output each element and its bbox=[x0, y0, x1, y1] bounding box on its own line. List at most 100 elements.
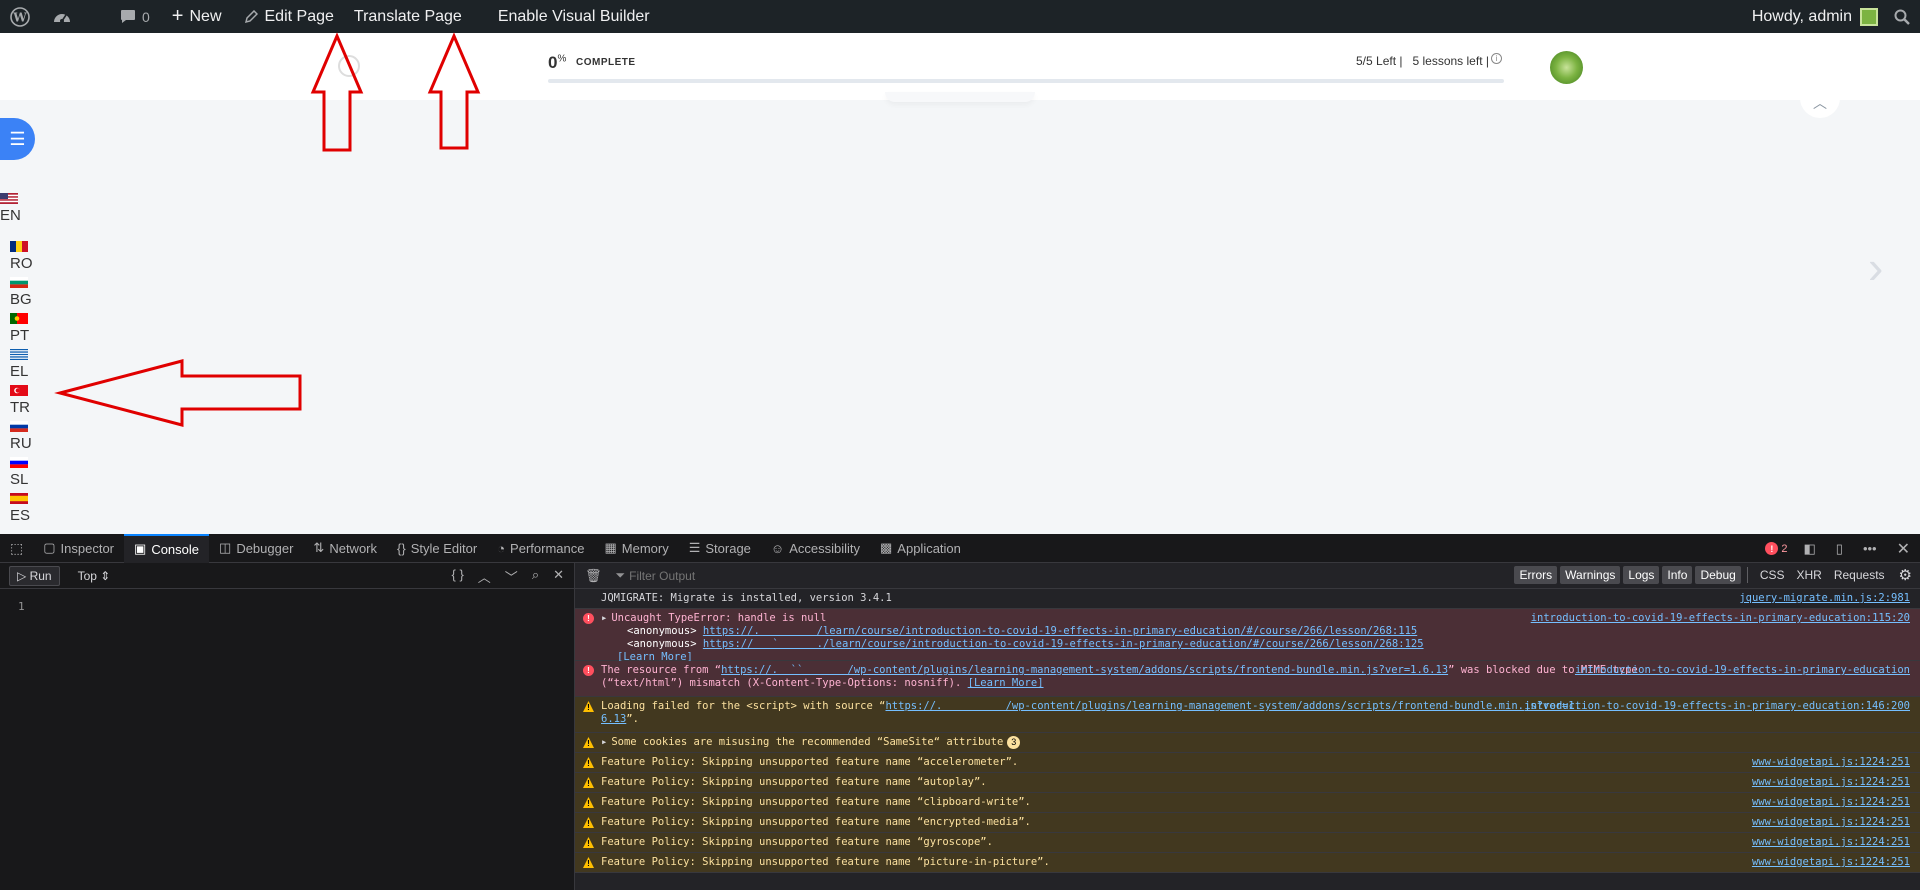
close-editor-icon[interactable]: ✕ bbox=[553, 567, 564, 586]
devtools-toolbar: ⬚ ▢ Inspector ▣ Console ◫ Debugger ⇅ Network… bbox=[0, 533, 1920, 563]
stack-frame-link[interactable]: https:// ` ./learn/course/introduction-t… bbox=[703, 638, 1424, 650]
expand-triangle-icon[interactable]: ▸ bbox=[601, 736, 607, 748]
tab-storage[interactable]: ☰ Storage bbox=[679, 534, 761, 563]
user-avatar bbox=[1860, 7, 1878, 26]
error-icon: ! bbox=[1765, 542, 1779, 555]
language-item-es[interactable]: ES bbox=[10, 493, 40, 524]
tab-memory[interactable]: ▦ Memory bbox=[594, 534, 678, 563]
progress-bar bbox=[548, 79, 1504, 83]
language-item-ru[interactable]: RU bbox=[10, 421, 40, 452]
language-item-pt[interactable]: PT bbox=[10, 313, 40, 344]
filter-output-input[interactable] bbox=[629, 568, 1230, 583]
split-console-icon[interactable]: ◧ bbox=[1793, 534, 1825, 563]
tab-application[interactable]: ▩ Application bbox=[870, 534, 971, 563]
memory-icon: ▦ bbox=[604, 540, 617, 555]
next-lesson-chevron-icon[interactable]: › bbox=[1868, 240, 1883, 294]
wordpress-logo-icon[interactable]: W bbox=[0, 0, 44, 33]
filter-divider bbox=[1746, 567, 1748, 583]
collapse-header-button[interactable]: ︿ bbox=[1800, 96, 1840, 118]
warning-icon: ! bbox=[583, 817, 594, 828]
filter-requests-button[interactable]: Requests bbox=[1828, 566, 1891, 584]
edit-page-label: Edit Page bbox=[264, 7, 334, 25]
course-menu-toggle[interactable]: ☰ bbox=[0, 118, 35, 160]
close-icon[interactable]: ✕ bbox=[1887, 534, 1920, 563]
svg-text:W: W bbox=[12, 10, 27, 24]
learn-more-link[interactable]: [Learn More] bbox=[968, 677, 1044, 689]
language-item-el[interactable]: EL bbox=[10, 349, 40, 380]
enable-visual-builder-link[interactable]: Enable Visual Builder bbox=[470, 0, 658, 33]
pencil-icon bbox=[244, 9, 258, 24]
line-number: 1 bbox=[18, 600, 25, 613]
flag-pt-icon bbox=[10, 313, 28, 324]
tab-performance[interactable]: ◔ Performance bbox=[487, 534, 594, 563]
language-item-ro[interactable]: RO bbox=[10, 241, 40, 272]
stack-frame: <anonymous> https://. /learn/course/intr… bbox=[627, 625, 1418, 637]
brand-logo[interactable] bbox=[1550, 51, 1583, 84]
info-icon[interactable]: i bbox=[1491, 53, 1502, 64]
edit-page-link[interactable]: Edit Page bbox=[230, 0, 342, 33]
message-source-link[interactable]: www-widgetapi.js:1224:251 bbox=[1752, 756, 1910, 769]
reverse-search-icon[interactable]: ⌕ bbox=[532, 567, 539, 586]
message-source-link[interactable]: www-widgetapi.js:1224:251 bbox=[1752, 836, 1910, 849]
message-source-link[interactable]: www-widgetapi.js:1224:251 bbox=[1752, 796, 1910, 809]
tab-network[interactable]: ⇅ Network bbox=[303, 534, 387, 563]
filter-warnings-button[interactable]: Warnings bbox=[1560, 566, 1621, 584]
filter-logs-button[interactable]: Logs bbox=[1623, 566, 1660, 584]
tab-inspector[interactable]: ▢ Inspector bbox=[33, 534, 124, 563]
resource-url-link[interactable]: https://. `` /wp-content/plugins/learnin… bbox=[721, 664, 1448, 676]
repeat-count-badge: 3 bbox=[1007, 736, 1021, 749]
language-item-sl[interactable]: SL bbox=[10, 457, 40, 488]
search-icon[interactable] bbox=[1886, 0, 1920, 33]
tab-style-editor[interactable]: {} Style Editor bbox=[387, 534, 487, 563]
warning-icon: ! bbox=[583, 777, 594, 788]
language-item-bg[interactable]: BG bbox=[10, 277, 40, 308]
console-message: ! Loading failed for the <script> with s… bbox=[575, 697, 1920, 733]
filter-xhr-button[interactable]: XHR bbox=[1791, 566, 1828, 584]
filter-info-button[interactable]: Info bbox=[1662, 566, 1693, 584]
translate-page-link[interactable]: Translate Page bbox=[342, 0, 470, 33]
context-selector[interactable]: Top ⇕ bbox=[78, 569, 111, 583]
resource-url-link[interactable]: https://. /wp-content/plugins/learning-m… bbox=[885, 700, 1580, 712]
pretty-print-icon[interactable]: { } bbox=[451, 567, 463, 586]
language-item-tr[interactable]: TR bbox=[10, 385, 40, 416]
my-account-menu[interactable]: Howdy, admin bbox=[1744, 0, 1886, 33]
filter-errors-button[interactable]: Errors bbox=[1514, 566, 1558, 584]
message-source-link[interactable]: www-widgetapi.js:1224:251 bbox=[1752, 816, 1910, 829]
dashboard-icon[interactable] bbox=[44, 0, 112, 33]
message-source-link[interactable]: jquery-migrate.min.js:2:981 bbox=[1739, 592, 1910, 605]
run-button[interactable]: ▷ Run bbox=[9, 565, 60, 586]
tab-console[interactable]: ▣ Console bbox=[124, 533, 210, 563]
message-source-link[interactable]: introduction-to-covid-19-effects-in-prim… bbox=[1524, 700, 1910, 713]
element-picker-icon[interactable]: ⬚ bbox=[0, 534, 33, 563]
new-label: New bbox=[189, 7, 222, 25]
message-source-link[interactable]: introduction-to-covid-19-effects-in-prim… bbox=[1531, 612, 1910, 625]
console-message: ! ▸ Some cookies are misusing the recomme… bbox=[575, 733, 1920, 753]
history-down-icon[interactable]: ﹀ bbox=[505, 567, 518, 586]
stack-frame-link[interactable]: https://. /learn/course/introduction-to-… bbox=[703, 625, 1417, 637]
tab-debugger[interactable]: ◫ Debugger bbox=[209, 534, 303, 563]
stack-frame: <anonymous> https:// ` ./learn/course/in… bbox=[627, 638, 1424, 650]
header-shadow-tab bbox=[885, 92, 1035, 102]
message-source-link[interactable]: introduction-to-covid-19-effects-in-prim… bbox=[1575, 664, 1910, 677]
filter-debug-button[interactable]: Debug bbox=[1695, 566, 1741, 584]
message-source-link[interactable]: www-widgetapi.js:1224:251 bbox=[1752, 776, 1910, 789]
new-content-menu[interactable]: + New bbox=[164, 0, 230, 33]
console-message: ! The resource from “https://. `` /wp-co… bbox=[575, 661, 1920, 697]
resource-url-link-continued[interactable]: 6.13 bbox=[601, 713, 626, 725]
trash-icon[interactable]: 🗑 bbox=[585, 568, 602, 584]
hamburger-menu-icon: ☰ bbox=[9, 128, 26, 149]
admin-bar-secondary: Howdy, admin bbox=[1744, 0, 1920, 33]
message-source-link[interactable]: www-widgetapi.js:1224:251 bbox=[1752, 856, 1910, 869]
flag-es-icon bbox=[10, 493, 28, 504]
more-options-icon[interactable]: ••• bbox=[1853, 534, 1887, 563]
comments-menu[interactable]: 0 bbox=[112, 0, 164, 33]
tab-accessibility[interactable]: ☺ Accessibility bbox=[761, 534, 870, 563]
flag-us-icon bbox=[0, 193, 18, 204]
console-settings-icon[interactable]: ⚙ bbox=[1899, 566, 1912, 584]
filter-css-button[interactable]: CSS bbox=[1754, 566, 1791, 584]
responsive-design-icon[interactable]: ▯ bbox=[1826, 534, 1853, 563]
history-up-icon[interactable]: ︿ bbox=[478, 567, 491, 586]
error-count-badge[interactable]: ! 2 bbox=[1759, 534, 1793, 563]
expand-triangle-icon[interactable]: ▸ bbox=[601, 612, 607, 624]
language-item-en[interactable]: EN bbox=[0, 193, 30, 224]
